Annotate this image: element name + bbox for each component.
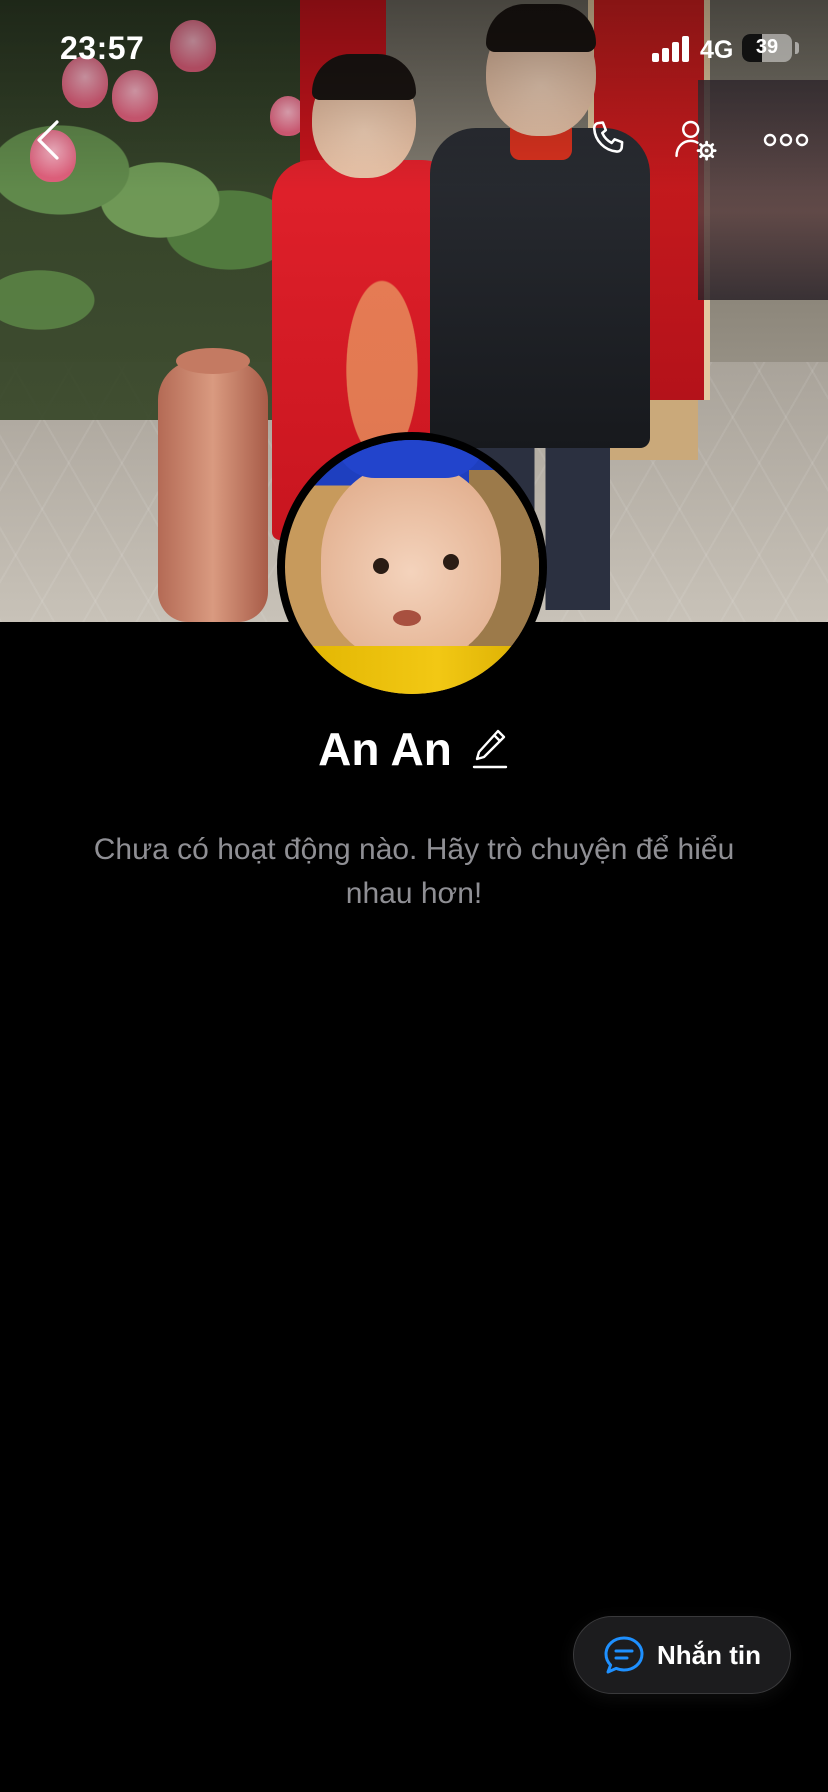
chevron-left-icon: [37, 120, 59, 160]
status-bar: 23:57 4G 39: [0, 0, 828, 96]
battery-percent: 39: [755, 36, 779, 58]
profile-name-row: An An: [0, 722, 828, 776]
cover-vase: [158, 348, 268, 622]
user-settings-button[interactable]: [666, 110, 726, 170]
more-horizontal-icon: [763, 133, 809, 147]
battery-tip: [795, 42, 799, 54]
edit-name-button[interactable]: [470, 727, 510, 771]
more-button[interactable]: [756, 110, 816, 170]
empty-activity-message: Chưa có hoạt động nào. Hãy trò chuyện để…: [93, 833, 735, 910]
profile-name: An An: [318, 723, 452, 775]
battery-icon: 39: [742, 34, 792, 62]
avatar[interactable]: [277, 432, 547, 702]
message-button-label: Nhắn tin: [657, 1639, 761, 1670]
status-time: 23:57: [60, 30, 145, 66]
signal-icon: [652, 36, 692, 62]
back-button[interactable]: [18, 110, 78, 170]
avatar-photo: [285, 440, 539, 694]
chat-bubble-icon: [604, 1636, 644, 1674]
phone-icon: [592, 121, 624, 153]
call-button[interactable]: [578, 110, 638, 170]
pencil-icon: [472, 729, 508, 769]
network-type: 4G: [700, 36, 734, 64]
message-button[interactable]: Nhắn tin: [573, 1616, 791, 1694]
user-settings-icon: [675, 120, 717, 161]
